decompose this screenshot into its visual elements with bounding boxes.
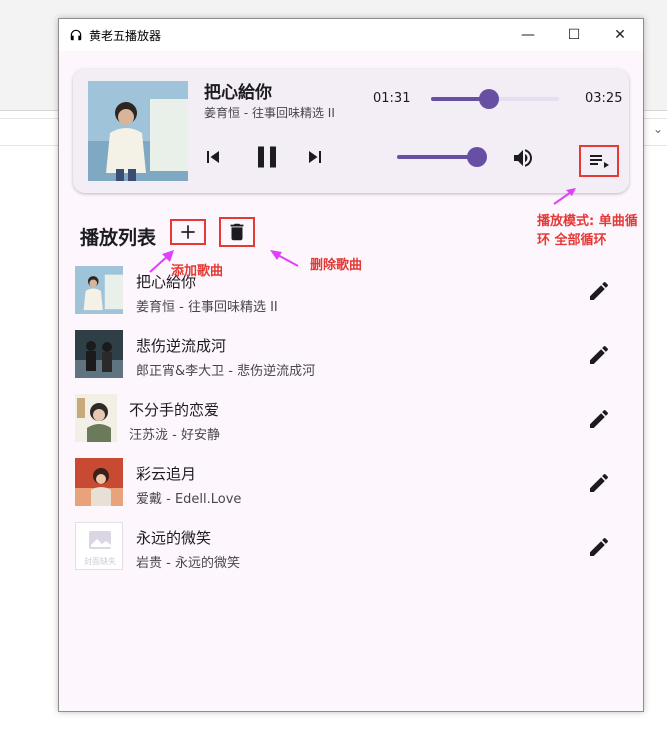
song-artist-album: 郎正宵&李大卫 - 悲伤逆流成河 bbox=[136, 364, 316, 379]
annotation-add: 添加歌曲 bbox=[171, 264, 224, 279]
minimize-button[interactable]: — bbox=[505, 19, 551, 51]
add-icon bbox=[181, 225, 195, 239]
edit-icon[interactable] bbox=[587, 471, 611, 495]
screen: ⌄ 黄老五播放器 — ☐ ✕ 把心給你 姜育恒 - 往事回味精选 II 01:3… bbox=[0, 0, 667, 735]
close-icon: ✕ bbox=[614, 27, 626, 43]
playlist: 把心給你 姜育恒 - 往事回味精选 II 悲伤逆流成河 郎正宵&李大卫 - 悲伤… bbox=[59, 259, 643, 579]
song-title: 彩云追月 bbox=[136, 465, 197, 483]
headphones-icon bbox=[70, 29, 82, 41]
add-song-button[interactable] bbox=[170, 219, 206, 245]
volume-up-icon bbox=[514, 149, 532, 167]
maximize-icon: ☐ bbox=[567, 27, 581, 43]
song-title: 把心給你 bbox=[204, 83, 272, 102]
song-title: 不分手的恋爱 bbox=[129, 401, 220, 419]
edit-icon[interactable] bbox=[587, 407, 611, 431]
pause-icon bbox=[258, 146, 276, 168]
list-item[interactable]: 不分手的恋爱 汪苏泷 - 好安静 bbox=[59, 387, 643, 451]
current-time: 01:31 bbox=[373, 91, 411, 106]
volume-thumb[interactable] bbox=[467, 147, 487, 167]
edit-icon[interactable] bbox=[587, 535, 611, 559]
delete-song-button[interactable] bbox=[219, 217, 255, 247]
maximize-button[interactable]: ☐ bbox=[551, 19, 597, 51]
song-thumbnail bbox=[75, 330, 123, 378]
edit-icon[interactable] bbox=[587, 279, 611, 303]
song-artist-album: 姜育恒 - 往事回味精选 II bbox=[204, 106, 335, 120]
next-button[interactable] bbox=[303, 145, 327, 169]
skip-next-icon bbox=[309, 151, 321, 163]
song-title: 悲伤逆流成河 bbox=[136, 337, 227, 355]
close-button[interactable]: ✕ bbox=[597, 19, 643, 51]
title-bar: 黄老五播放器 — ☐ ✕ bbox=[59, 19, 643, 51]
song-artist-album: 姜育恒 - 往事回味精选 II bbox=[136, 300, 278, 315]
list-item[interactable]: 封面缺失 永远的微笑 岩贵 - 永远的微笑 bbox=[59, 515, 643, 579]
song-artist-album: 岩贵 - 永远的微笑 bbox=[136, 556, 240, 571]
previous-button[interactable] bbox=[201, 145, 225, 169]
album-cover bbox=[88, 81, 188, 181]
annotation-play-mode-line1: 播放模式: 单曲循 bbox=[537, 214, 638, 229]
window-title: 黄老五播放器 bbox=[89, 28, 162, 43]
now-playing-card: 把心給你 姜育恒 - 往事回味精选 II 01:31 03:25 bbox=[73, 69, 629, 193]
song-title: 永远的微笑 bbox=[136, 529, 212, 547]
annotation-arrow-delete bbox=[270, 250, 299, 267]
annotation-arrow-mode bbox=[553, 188, 576, 205]
volume-button[interactable] bbox=[511, 146, 535, 170]
pause-button[interactable] bbox=[249, 139, 285, 175]
list-item[interactable]: 悲伤逆流成河 郎正宵&李大卫 - 悲伤逆流成河 bbox=[59, 323, 643, 387]
playlist-title: 播放列表 bbox=[80, 227, 157, 249]
skip-previous-icon bbox=[207, 151, 219, 163]
list-item[interactable]: 彩云追月 爱戴 - Edell.Love bbox=[59, 451, 643, 515]
volume-slider[interactable] bbox=[397, 147, 487, 167]
song-artist-album: 汪苏泷 - 好安静 bbox=[129, 428, 220, 443]
progress-slider[interactable] bbox=[431, 89, 559, 109]
delete-icon bbox=[230, 223, 244, 241]
annotation-play-mode-line2: 环 全部循环 bbox=[537, 233, 607, 248]
playlist-play-icon bbox=[590, 155, 609, 168]
song-thumbnail bbox=[75, 266, 123, 314]
minimize-icon: — bbox=[521, 27, 535, 43]
song-thumbnail bbox=[75, 394, 117, 442]
chevron-down-icon[interactable]: ⌄ bbox=[653, 122, 663, 136]
edit-icon[interactable] bbox=[587, 343, 611, 367]
progress-thumb[interactable] bbox=[478, 89, 499, 109]
total-time: 03:25 bbox=[585, 91, 623, 106]
song-thumbnail-placeholder: 封面缺失 bbox=[75, 522, 123, 570]
annotation-play-mode: 播放模式: 单曲循 环 全部循环 bbox=[537, 212, 638, 250]
player-window: 黄老五播放器 — ☐ ✕ 把心給你 姜育恒 - 往事回味精选 II 01:31 … bbox=[58, 18, 644, 712]
song-thumbnail bbox=[75, 458, 123, 506]
song-artist-album: 爱戴 - Edell.Love bbox=[136, 492, 242, 507]
cover-missing-text: 封面缺失 bbox=[84, 556, 116, 566]
play-mode-button[interactable] bbox=[579, 145, 619, 177]
annotation-delete: 删除歌曲 bbox=[310, 258, 363, 273]
